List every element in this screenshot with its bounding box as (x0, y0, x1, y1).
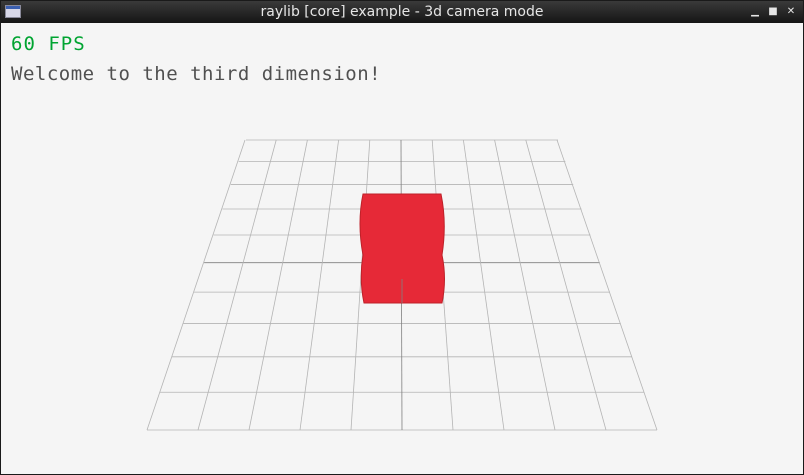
grid-column-line (463, 139, 505, 431)
window-title: raylib [core] example - 3d camera mode (260, 4, 544, 20)
grid-column-line (197, 139, 277, 431)
grid-column-line (248, 139, 308, 431)
window-controls: ▁ ■ ✕ (747, 1, 799, 23)
grid-column-line (146, 139, 246, 431)
grid-column-line (299, 139, 339, 431)
fps-counter: 60 FPS (11, 33, 86, 55)
grid-column-line (556, 139, 658, 431)
grid-column-line (494, 139, 556, 431)
red-cube (359, 193, 445, 304)
minimize-icon[interactable]: ▁ (747, 4, 763, 20)
grid-column-line (525, 139, 607, 431)
window-app-icon[interactable] (5, 5, 21, 18)
title-bar[interactable]: raylib [core] example - 3d camera mode ▁… (1, 1, 803, 23)
welcome-message: Welcome to the third dimension! (11, 63, 382, 85)
3d-viewport[interactable]: 60 FPS Welcome to the third dimension! (1, 23, 803, 474)
3d-scene-canvas (1, 23, 803, 474)
app-window: raylib [core] example - 3d camera mode ▁… (0, 0, 804, 475)
maximize-icon[interactable]: ■ (765, 4, 781, 20)
close-icon[interactable]: ✕ (783, 4, 799, 20)
